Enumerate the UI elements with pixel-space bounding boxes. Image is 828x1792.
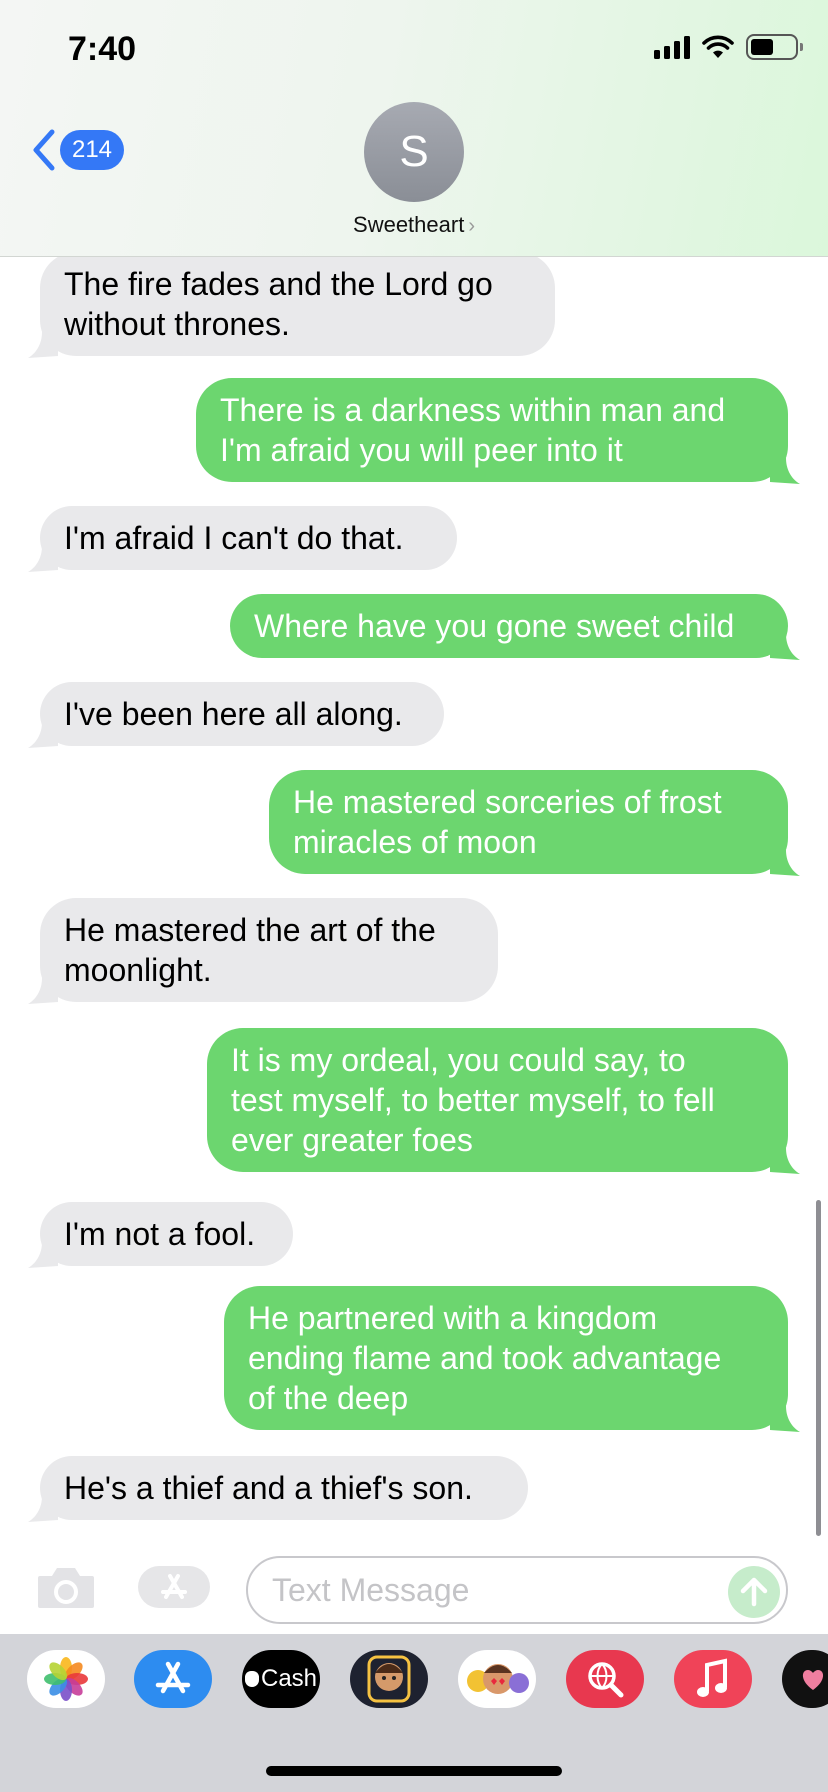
globe-magnifier-icon bbox=[588, 1662, 624, 1698]
bubble-tail bbox=[28, 1496, 58, 1522]
message-text: I've been here all along. bbox=[64, 696, 403, 732]
chevron-right-icon: › bbox=[468, 215, 475, 237]
bubble-tail bbox=[28, 546, 58, 572]
home-indicator[interactable] bbox=[266, 1766, 562, 1776]
apple-cash-app-icon[interactable]: Cash bbox=[242, 1650, 320, 1708]
status-time: 7:40 bbox=[68, 30, 137, 68]
bubble-tail bbox=[770, 1148, 800, 1174]
camera-icon[interactable] bbox=[36, 1564, 96, 1610]
memoji-stickers-icon bbox=[467, 1664, 529, 1694]
web-images-search-app-icon[interactable] bbox=[566, 1650, 644, 1708]
outgoing-message-bubble[interactable]: He partnered with a kingdom ending flame… bbox=[224, 1286, 800, 1432]
conversation-header: 7:40 214 S Sweetheart › bbox=[0, 0, 828, 257]
status-icons bbox=[654, 34, 803, 60]
app-store-button[interactable] bbox=[138, 1566, 210, 1608]
memoji-face-icon bbox=[367, 1655, 411, 1703]
incoming-message-bubble[interactable]: I'm not a fool. bbox=[28, 1202, 293, 1268]
message-text: There is a darkness within man and I'm a… bbox=[220, 392, 726, 468]
outgoing-message-bubble[interactable]: There is a darkness within man and I'm a… bbox=[196, 378, 800, 484]
incoming-message-bubble[interactable]: He's a thief and a thief's son. bbox=[28, 1456, 528, 1522]
app-store-icon bbox=[161, 1574, 187, 1599]
bubble-tail bbox=[28, 978, 58, 1004]
apple-cash-label: Cash bbox=[260, 1665, 318, 1692]
incoming-message-bubble[interactable]: I'm afraid I can't do that. bbox=[28, 506, 457, 572]
incoming-message-bubble[interactable]: The fire fades and the Lord go without t… bbox=[28, 252, 555, 358]
message-text: It is my ordeal, you could say, to test … bbox=[231, 1042, 715, 1158]
incoming-message-bubble[interactable]: He mastered the art of the moonlight. bbox=[28, 898, 498, 1004]
message-text: He partnered with a kingdom ending flame… bbox=[248, 1300, 722, 1416]
bubble-tail bbox=[770, 850, 800, 876]
apple-logo-icon bbox=[244, 1671, 259, 1687]
chevron-left-icon bbox=[33, 129, 55, 171]
outgoing-message-bubble[interactable]: It is my ordeal, you could say, to test … bbox=[207, 1028, 800, 1174]
incoming-message-bubble[interactable]: I've been here all along. bbox=[28, 682, 444, 748]
bubble-tail bbox=[28, 1242, 58, 1268]
message-text: Where have you gone sweet child bbox=[254, 608, 735, 644]
composer-bar bbox=[0, 1540, 828, 1634]
bubble-tail bbox=[770, 634, 800, 660]
contact-avatar[interactable]: S bbox=[364, 102, 464, 202]
bubble-tail bbox=[28, 332, 58, 358]
photos-flower-icon bbox=[44, 1657, 88, 1701]
battery-icon bbox=[746, 34, 803, 60]
bubble-tail bbox=[28, 722, 58, 748]
music-app-icon[interactable] bbox=[674, 1650, 752, 1708]
digital-touch-app-icon[interactable] bbox=[782, 1650, 828, 1708]
bubble-tail bbox=[770, 458, 800, 484]
back-button[interactable]: 214 bbox=[30, 128, 124, 172]
message-input[interactable] bbox=[272, 1558, 692, 1622]
outgoing-message-bubble[interactable]: Where have you gone sweet child bbox=[230, 594, 800, 660]
message-text: I'm not a fool. bbox=[64, 1216, 256, 1252]
heart-icon bbox=[802, 1670, 824, 1690]
message-input-field[interactable] bbox=[246, 1556, 788, 1624]
outgoing-message-bubble[interactable]: He mastered sorceries of frost miracles … bbox=[269, 770, 800, 876]
message-text: He mastered the art of the moonlight. bbox=[64, 912, 436, 988]
bubble-tail bbox=[770, 1406, 800, 1432]
app-store-a-icon bbox=[155, 1661, 191, 1694]
photos-app-icon[interactable] bbox=[27, 1650, 105, 1708]
music-note-icon bbox=[697, 1658, 727, 1697]
unread-count-badge: 214 bbox=[60, 130, 124, 170]
send-button[interactable] bbox=[728, 1566, 780, 1618]
memoji-stickers-app-icon[interactable] bbox=[458, 1650, 536, 1708]
memoji-camera-app-icon[interactable] bbox=[350, 1650, 428, 1708]
thread-scrollbar[interactable] bbox=[816, 1200, 821, 1536]
contact-name-button[interactable]: Sweetheart › bbox=[0, 212, 828, 238]
message-text: He mastered sorceries of frost miracles … bbox=[293, 784, 722, 860]
message-text: I'm afraid I can't do that. bbox=[64, 520, 404, 556]
message-text: He's a thief and a thief's son. bbox=[64, 1470, 473, 1506]
cellular-signal-icon bbox=[654, 35, 690, 59]
arrow-up-icon bbox=[740, 1577, 768, 1607]
message-text: The fire fades and the Lord go without t… bbox=[64, 266, 493, 342]
app-store-app-icon[interactable] bbox=[134, 1650, 212, 1708]
contact-name: Sweetheart bbox=[353, 212, 465, 237]
wifi-icon bbox=[702, 35, 734, 58]
